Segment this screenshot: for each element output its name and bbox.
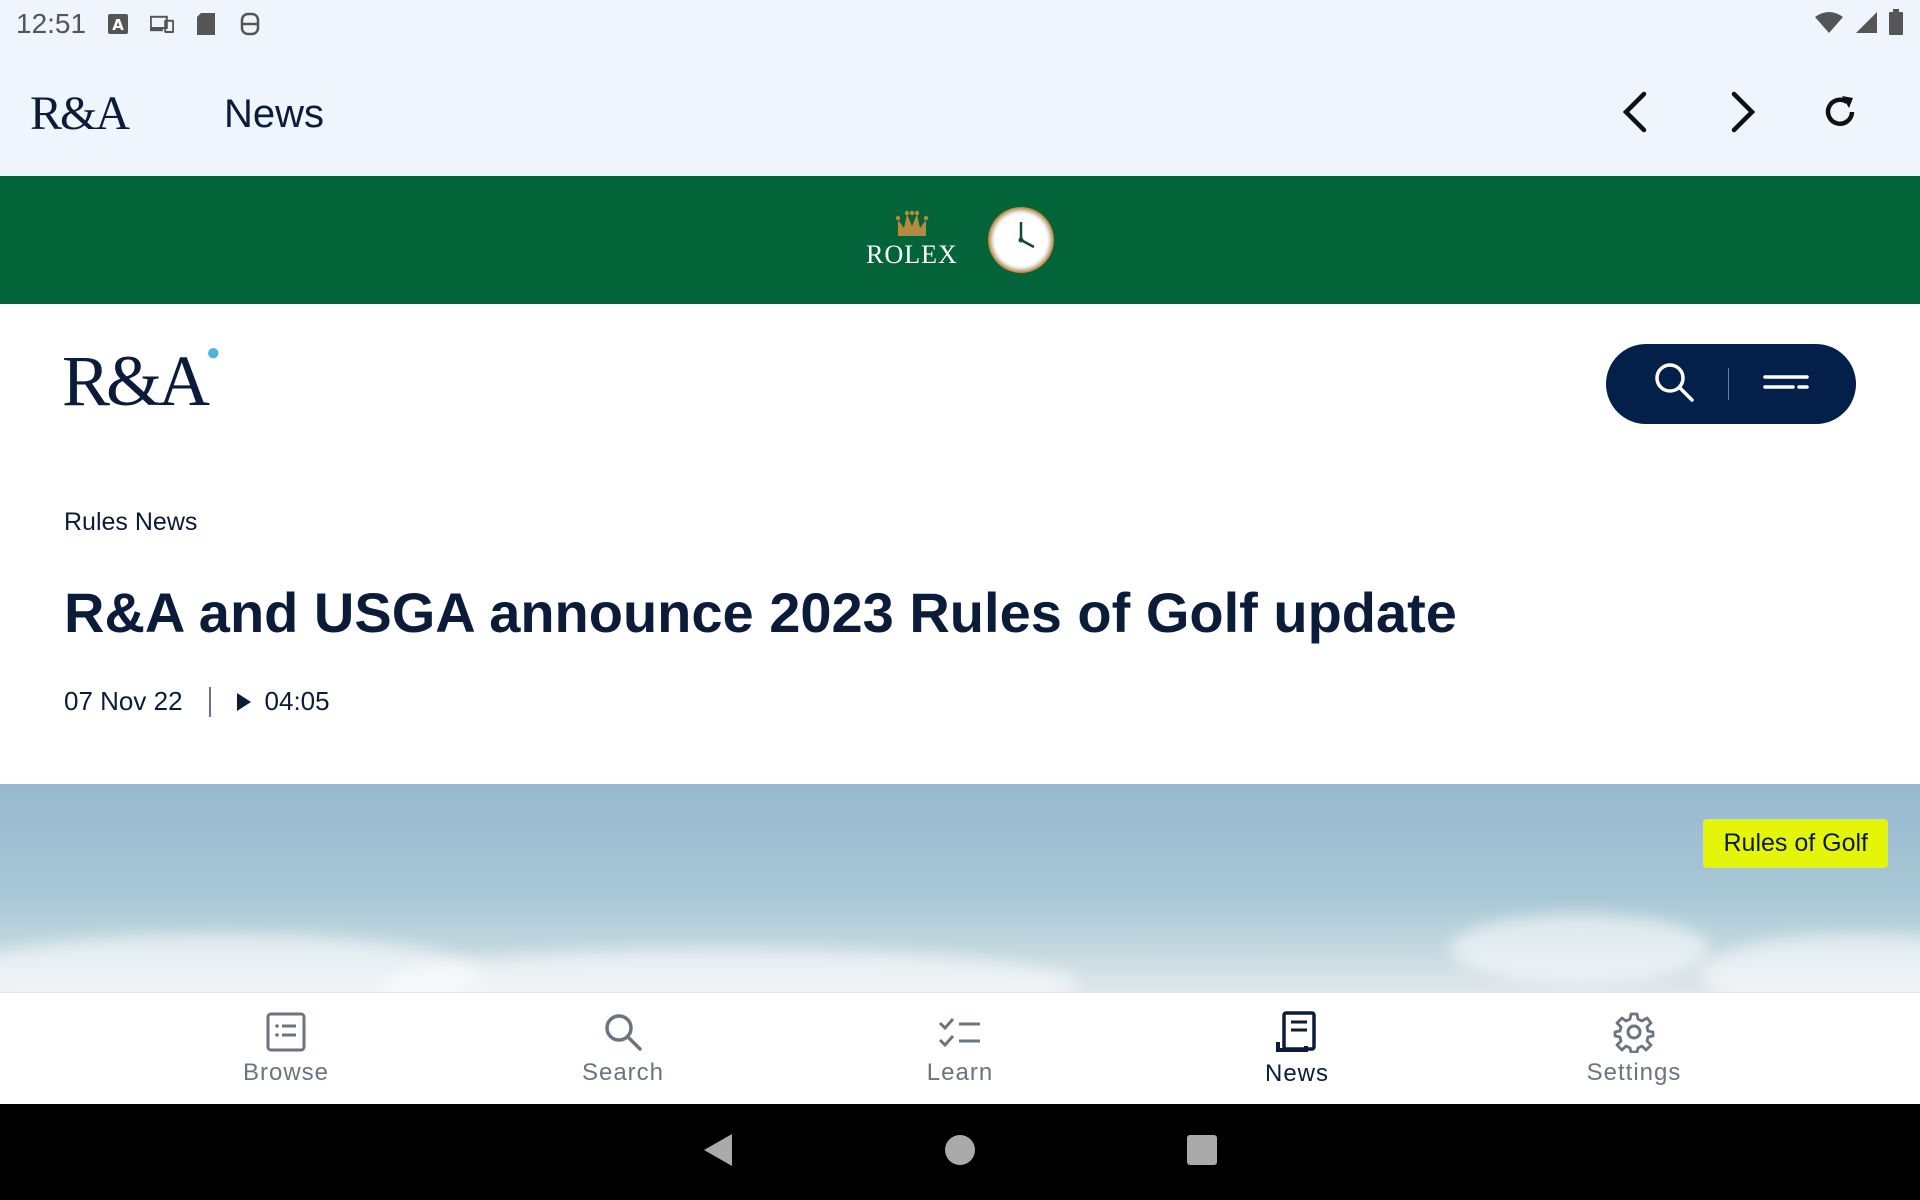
devices-icon bbox=[150, 12, 175, 36]
article-headline: R&A and USGA announce 2023 Rules of Golf… bbox=[64, 581, 1457, 644]
wifi-icon bbox=[1814, 10, 1844, 39]
video-duration: 04:05 bbox=[264, 686, 330, 716]
square-recents-icon bbox=[1187, 1134, 1217, 1165]
play-icon bbox=[236, 692, 251, 711]
checklist-icon bbox=[938, 1018, 980, 1048]
browse-icon bbox=[266, 1012, 306, 1052]
refresh-icon bbox=[1825, 96, 1855, 126]
status-time: 12:51 bbox=[16, 8, 87, 39]
forward-button[interactable] bbox=[1714, 84, 1770, 140]
svg-text:A: A bbox=[112, 16, 124, 34]
site-logo[interactable]: R&A● bbox=[62, 340, 220, 423]
meta-divider bbox=[208, 686, 211, 717]
rolex-logo: ROLEX bbox=[866, 210, 958, 270]
tab-label: Search bbox=[581, 1059, 665, 1086]
news-icon bbox=[1276, 1011, 1316, 1052]
system-back-button[interactable] bbox=[702, 1132, 734, 1173]
sd-card-icon bbox=[194, 12, 218, 36]
site-logo-text: R&A bbox=[62, 341, 210, 421]
cloud-shape bbox=[1450, 914, 1710, 984]
article-meta: 07 Nov 22 04:05 bbox=[64, 686, 330, 717]
bottom-nav: Browse Search Learn News Settings bbox=[0, 992, 1920, 1104]
tab-learn[interactable]: Learn bbox=[792, 993, 1129, 1105]
gear-icon bbox=[1613, 1012, 1655, 1053]
tab-label: Settings bbox=[1586, 1059, 1682, 1086]
image-tag[interactable]: Rules of Golf bbox=[1703, 819, 1888, 868]
sync-icon bbox=[238, 12, 262, 36]
rolex-brand-text: ROLEX bbox=[866, 240, 958, 269]
tab-label: News bbox=[1264, 1060, 1329, 1087]
article-hero-image[interactable]: Rules of Golf bbox=[0, 784, 1920, 992]
tab-settings[interactable]: Settings bbox=[1466, 993, 1803, 1105]
cell-signal-icon bbox=[1854, 10, 1878, 39]
clock-icon bbox=[987, 207, 1054, 273]
status-right bbox=[1814, 8, 1904, 40]
sponsor-banner[interactable]: ROLEX bbox=[0, 176, 1920, 304]
pill-divider bbox=[1728, 368, 1730, 400]
tab-browse[interactable]: Browse bbox=[118, 993, 455, 1105]
tab-news[interactable]: News bbox=[1129, 993, 1466, 1105]
triangle-back-icon bbox=[704, 1133, 732, 1166]
font-notification-icon: A bbox=[106, 12, 130, 36]
status-bar: 12:51 A bbox=[0, 0, 1920, 48]
site-menu-button[interactable] bbox=[1763, 372, 1809, 397]
site-search-button[interactable] bbox=[1653, 361, 1695, 408]
status-left: 12:51 A bbox=[16, 8, 262, 40]
system-nav-bar bbox=[0, 1104, 1920, 1200]
search-icon bbox=[1655, 362, 1694, 402]
crown-icon bbox=[895, 210, 929, 236]
tab-search[interactable]: Search bbox=[455, 993, 792, 1105]
app-title: News bbox=[224, 92, 325, 136]
site-header: R&A● bbox=[0, 304, 1920, 454]
tab-label: Learn bbox=[926, 1059, 994, 1086]
app-logo: R&A bbox=[30, 87, 130, 140]
system-recents-button[interactable] bbox=[1186, 1134, 1218, 1171]
chevron-right-icon bbox=[1731, 91, 1756, 133]
menu-icon bbox=[1763, 374, 1809, 389]
system-home-button[interactable] bbox=[944, 1134, 976, 1171]
logo-dot: ● bbox=[206, 340, 220, 366]
cloud-shape bbox=[380, 949, 1080, 992]
article-category[interactable]: Rules News bbox=[64, 508, 197, 537]
back-button[interactable] bbox=[1608, 84, 1664, 140]
search-menu-pill bbox=[1606, 344, 1856, 424]
chevron-left-icon bbox=[1622, 91, 1647, 133]
cloud-shape bbox=[1700, 934, 1920, 992]
tab-label: Browse bbox=[242, 1059, 330, 1086]
article-date: 07 Nov 22 bbox=[64, 686, 183, 716]
battery-icon bbox=[1888, 8, 1904, 40]
app-bar: R&A News bbox=[0, 48, 1920, 176]
search-icon bbox=[605, 1014, 642, 1051]
refresh-button[interactable] bbox=[1812, 84, 1868, 140]
circle-home-icon bbox=[945, 1134, 975, 1165]
